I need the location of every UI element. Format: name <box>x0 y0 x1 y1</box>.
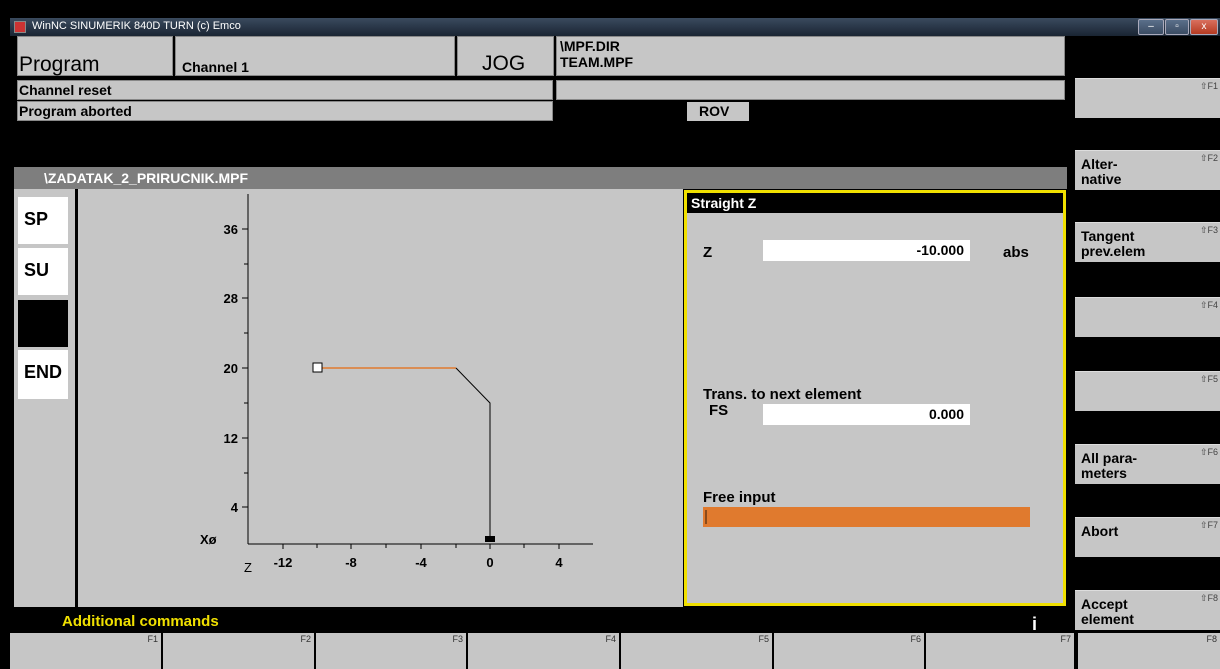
info-icon[interactable]: i <box>1032 614 1037 635</box>
start-point-marker <box>312 362 323 373</box>
softkey-alternative[interactable]: Alter- native ⇧F2 <box>1075 150 1220 190</box>
y-tick-4: 4 <box>231 500 239 515</box>
status-channel-reset: Channel reset <box>19 82 112 98</box>
status-line-1-right <box>556 80 1065 100</box>
hsoftkey-f5[interactable]: F5 <box>621 633 774 669</box>
hsoftkey-f6[interactable]: F6 <box>774 633 926 669</box>
contour-path <box>455 367 491 541</box>
channel-label: Channel 1 <box>182 59 249 75</box>
file-title: \ZADATAK_2_PRIRUCNIK.MPF <box>44 170 249 186</box>
app-icon <box>14 21 26 33</box>
origin-marker <box>485 536 495 542</box>
y-tick-12: 12 <box>224 431 238 446</box>
x-tick-4: 4 <box>555 555 563 570</box>
additional-commands-label: Additional commands <box>62 613 219 630</box>
minimize-button[interactable]: – <box>1138 19 1164 35</box>
free-input-label: Free input <box>703 489 776 506</box>
window-titlebar: WinNC SINUMERIK 840D TURN (c) Emco – ▫ x <box>10 18 1220 36</box>
blank-side-button[interactable] <box>18 300 68 347</box>
hsoftkey-f7[interactable]: F7 <box>926 633 1076 669</box>
hsoftkey-f8[interactable]: F8 <box>1078 633 1220 669</box>
maximize-button[interactable]: ▫ <box>1165 19 1189 35</box>
status-program-aborted: Program aborted <box>19 103 132 119</box>
straight-z-dialog: Straight Z Z -10.000 abs Trans. to next … <box>684 190 1066 606</box>
dialog-title: Straight Z <box>691 195 757 211</box>
dialog-title-bar: Straight Z <box>687 193 1063 213</box>
fs-label: FS <box>709 402 729 419</box>
y-tick-36: 36 <box>224 222 238 237</box>
hsoftkey-f3[interactable]: F3 <box>316 633 468 669</box>
softkey-all-parameters[interactable]: All para- meters ⇧F6 <box>1075 444 1220 484</box>
x-tick-neg12: -12 <box>274 555 293 570</box>
softkey-tangent-prev-elem[interactable]: Tangent prev.elem ⇧F3 <box>1075 222 1220 262</box>
trans-label: Trans. to next element <box>703 386 862 403</box>
hsoftkey-f2[interactable]: F2 <box>163 633 316 669</box>
z-input[interactable]: -10.000 <box>763 240 970 261</box>
rov-indicator: ROV <box>687 102 749 121</box>
fs-input[interactable]: 0.000 <box>763 404 970 425</box>
contour-plot: 36 28 20 12 4 Xø Z -12 -8 -4 0 4 <box>200 194 593 575</box>
hsoftkey-f4[interactable]: F4 <box>468 633 621 669</box>
softkey-shift-f5[interactable]: ⇧F5 <box>1075 371 1220 411</box>
y-axis-ticks <box>242 228 248 508</box>
path-file: TEAM.MPF <box>560 54 634 70</box>
window-title: WinNC SINUMERIK 840D TURN (c) Emco <box>32 20 241 32</box>
x-axis-label: Z <box>244 560 252 575</box>
y-tick-20: 20 <box>224 361 238 376</box>
program-path: \MPF.DIR TEAM.MPF <box>556 36 1065 76</box>
z-unit: abs <box>1003 244 1029 261</box>
status-line-2: Program aborted <box>17 101 553 121</box>
mode-label: JOG <box>482 52 526 75</box>
softkey-accept-element[interactable]: Accept element ⇧F8 <box>1075 590 1220 630</box>
x-tick-neg8: -8 <box>345 555 357 570</box>
y-tick-28: 28 <box>224 291 238 306</box>
free-input-field[interactable] <box>703 507 1030 527</box>
softkey-shift-f1[interactable]: ⇧F1 <box>1075 78 1220 118</box>
path-dir: \MPF.DIR <box>560 38 620 54</box>
x-tick-0: 0 <box>486 555 493 570</box>
hsoftkey-f1[interactable]: F1 <box>10 633 163 669</box>
su-button[interactable]: SU <box>18 248 68 295</box>
z-label: Z <box>703 244 713 261</box>
contour-graphic: 36 28 20 12 4 Xø Z -12 -8 -4 0 4 <box>78 189 683 607</box>
x-axis-ticks <box>282 544 560 549</box>
softkey-shift-f4[interactable]: ⇧F4 <box>1075 297 1220 337</box>
channel-field: Channel 1 <box>175 36 455 76</box>
file-title-bar: \ZADATAK_2_PRIRUCNIK.MPF <box>14 167 1067 189</box>
sp-button[interactable]: SP <box>18 197 68 244</box>
x-tick-neg4: -4 <box>415 555 427 570</box>
close-button[interactable]: x <box>1190 19 1218 35</box>
status-line-1: Channel reset <box>17 80 553 100</box>
vertical-softkey-bar <box>1068 36 1220 669</box>
y-axis-label: Xø <box>200 532 217 547</box>
softkey-abort[interactable]: Abort ⇧F7 <box>1075 517 1220 557</box>
area-label: Program <box>19 53 100 76</box>
area-field: Program <box>17 36 173 76</box>
text-cursor <box>705 510 707 524</box>
end-button[interactable]: END <box>18 350 68 399</box>
rov-label: ROV <box>699 103 730 119</box>
mode-field: JOG <box>457 36 554 76</box>
